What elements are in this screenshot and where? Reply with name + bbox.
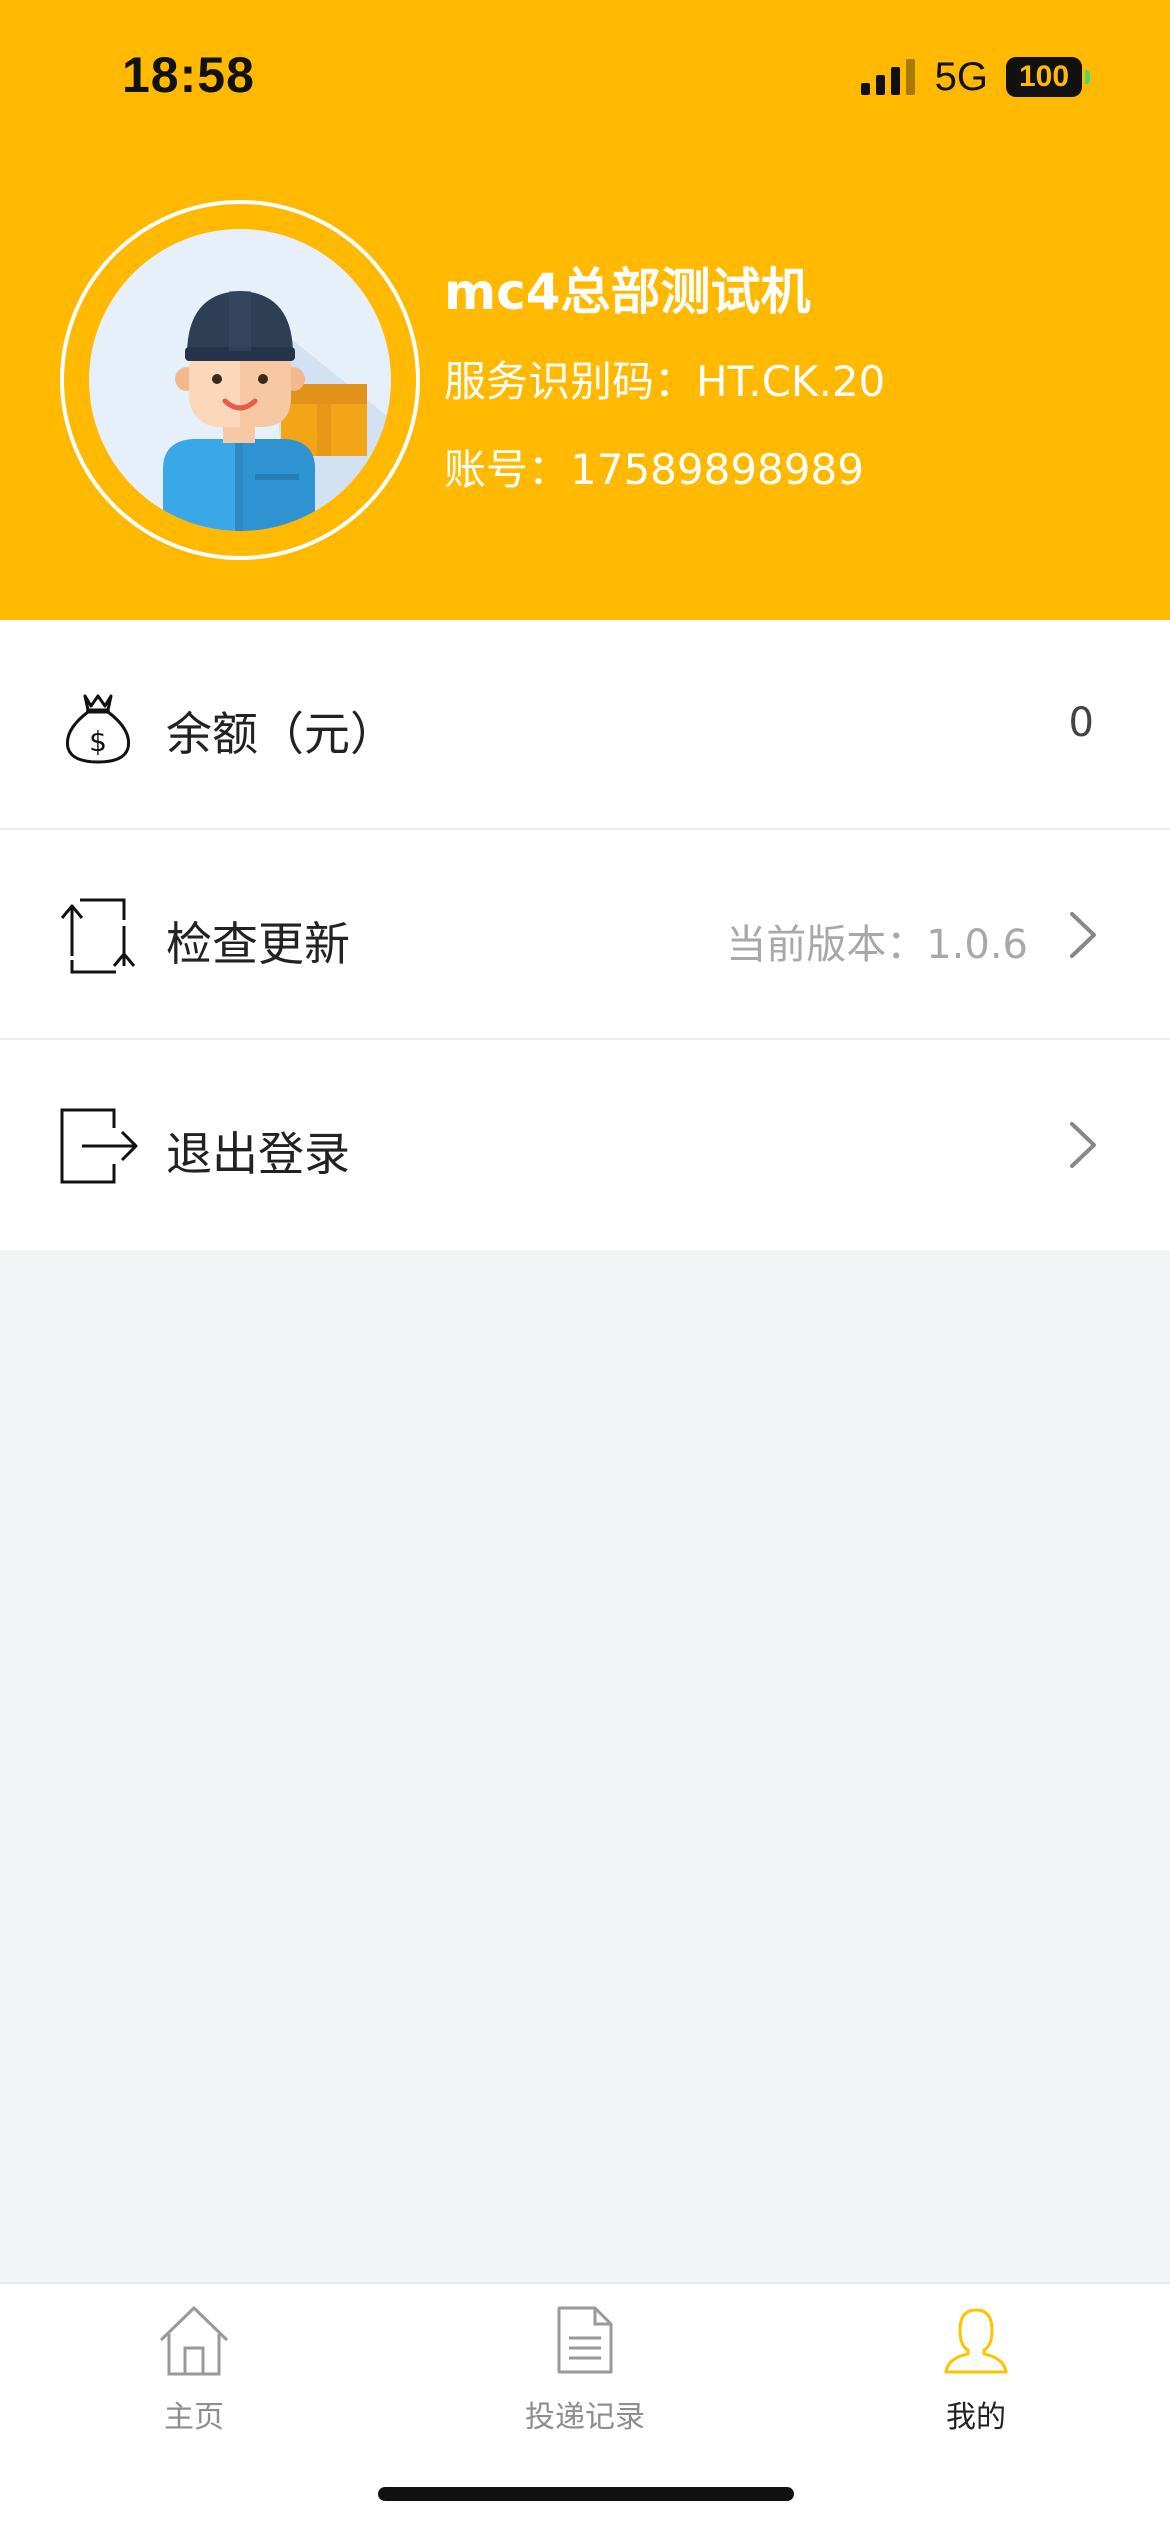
money-bag-icon: $ (65, 694, 131, 764)
profile-screen: 18:58 5G 100 mc4总部测试机 服务识别码：HT.CK.20 账号：… (0, 0, 1170, 2532)
tab-delivery-records-label: 投递记录 (525, 2400, 645, 2435)
status-indicators: 5G 100 (860, 52, 1090, 102)
profile-name: mc4总部测试机 (444, 263, 811, 321)
battery-cap (1085, 70, 1090, 84)
settings-list: $ 余额（元） 0 检查更新 当前版本：1.0.6 退出登录 (0, 620, 1170, 1250)
avatar[interactable] (60, 200, 420, 560)
balance-row[interactable]: $ 余额（元） 0 (0, 620, 1170, 830)
refresh-icon (60, 898, 136, 974)
profile-header: 18:58 5G 100 mc4总部测试机 服务识别码：HT.CK.20 账号：… (0, 0, 1170, 620)
logout-row[interactable]: 退出登录 (0, 1040, 1170, 1250)
signal-icon (860, 59, 915, 95)
home-indicator[interactable] (378, 2487, 794, 2501)
tab-delivery-records[interactable]: 投递记录 (485, 2304, 685, 2436)
home-icon (159, 2306, 229, 2376)
document-icon (557, 2306, 613, 2374)
avatar-image (89, 229, 391, 531)
check-update-row[interactable]: 检查更新 当前版本：1.0.6 (0, 830, 1170, 1040)
balance-label: 余额（元） (166, 707, 396, 761)
tab-home-label: 主页 (164, 2400, 224, 2435)
service-code: 服务识别码：HT.CK.20 (444, 357, 886, 406)
tab-mine[interactable]: 我的 (876, 2304, 1076, 2436)
current-version: 当前版本：1.0.6 (726, 922, 1028, 968)
network-type: 5G (934, 54, 988, 99)
balance-value: 0 (1068, 700, 1094, 746)
status-time: 18:58 (122, 47, 255, 103)
battery-level: 100 (1018, 60, 1070, 93)
tab-mine-label: 我的 (946, 2400, 1006, 2435)
logout-label: 退出登录 (166, 1127, 350, 1181)
tab-home[interactable]: 主页 (94, 2304, 294, 2436)
battery-icon: 100 (1006, 57, 1082, 97)
check-update-label: 检查更新 (166, 917, 350, 971)
chevron-right-icon (1070, 1122, 1096, 1168)
account-number: 账号：17589898989 (444, 445, 864, 494)
chevron-right-icon (1070, 912, 1096, 958)
logout-icon (60, 1108, 138, 1184)
user-icon (944, 2308, 1008, 2374)
courier-avatar-icon (163, 291, 391, 531)
svg-text:$: $ (89, 725, 107, 758)
